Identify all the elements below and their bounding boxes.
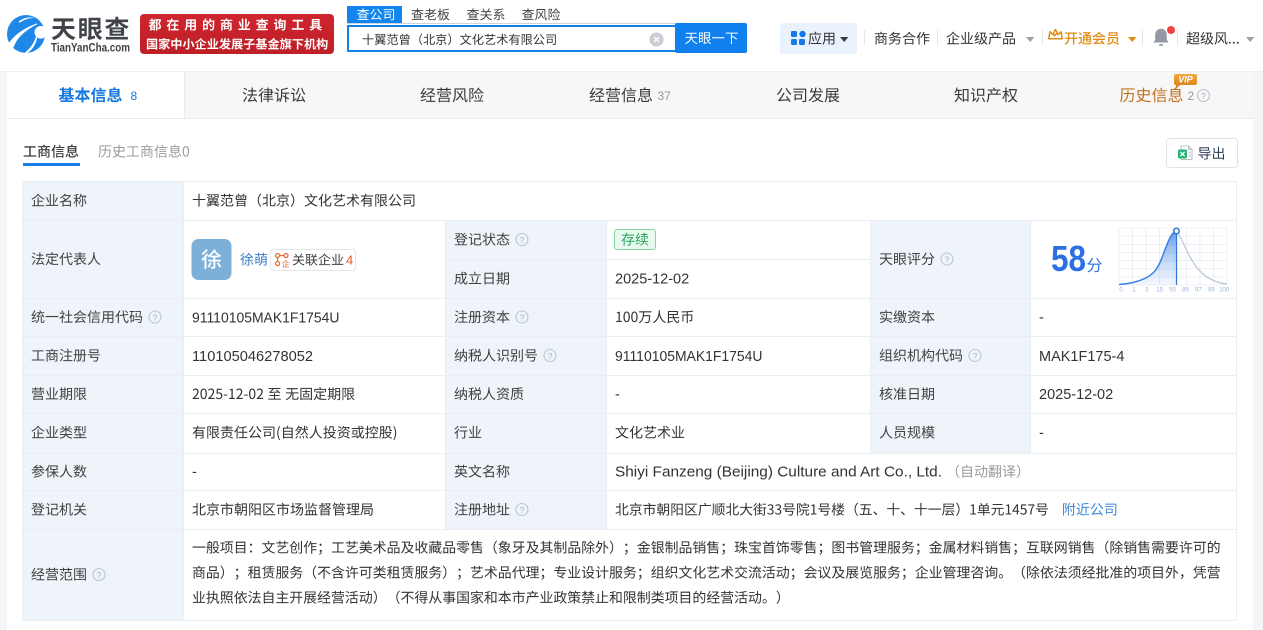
svg-text:?: ? bbox=[97, 570, 102, 580]
svg-text:110105046278052: 110105046278052 bbox=[192, 349, 313, 365]
svg-text:Shiyi Fanzeng (Beijing) Cultur: Shiyi Fanzeng (Beijing) Culture and Art … bbox=[615, 465, 942, 481]
svg-text:-: - bbox=[192, 465, 197, 481]
svg-text:4: 4 bbox=[346, 253, 353, 268]
svg-text:?: ? bbox=[548, 351, 553, 361]
svg-text:8: 8 bbox=[131, 89, 138, 103]
svg-text:?: ? bbox=[945, 254, 950, 264]
svg-text:91110105MAK1F1754U: 91110105MAK1F1754U bbox=[192, 311, 340, 327]
svg-text:-: - bbox=[1039, 426, 1044, 442]
svg-text:58: 58 bbox=[1051, 238, 1086, 279]
svg-text:50: 50 bbox=[1169, 288, 1176, 294]
svg-text:?: ? bbox=[520, 505, 525, 515]
svg-text:VIP: VIP bbox=[1178, 75, 1194, 85]
svg-text:?: ? bbox=[520, 312, 525, 322]
svg-text:?: ? bbox=[520, 235, 525, 245]
svg-text:?: ? bbox=[1201, 91, 1206, 101]
svg-text:91110105MAK1F1754U: 91110105MAK1F1754U bbox=[615, 349, 763, 365]
svg-text:2025-12-02: 2025-12-02 bbox=[1039, 387, 1113, 403]
svg-text:97: 97 bbox=[1195, 288, 1202, 294]
svg-text:MAK1F175-4: MAK1F175-4 bbox=[1039, 349, 1124, 365]
svg-text:99: 99 bbox=[1208, 288, 1215, 294]
svg-text:100: 100 bbox=[1219, 288, 1230, 294]
svg-text:85: 85 bbox=[1182, 288, 1189, 294]
svg-text:2025-12-02: 2025-12-02 bbox=[615, 272, 689, 288]
svg-text:15: 15 bbox=[1156, 288, 1163, 294]
svg-text:TianYanCha.com: TianYanCha.com bbox=[51, 41, 130, 55]
svg-text:?: ? bbox=[973, 351, 978, 361]
svg-text:37: 37 bbox=[658, 89, 672, 103]
svg-text:-: - bbox=[615, 387, 620, 403]
svg-text:2: 2 bbox=[1188, 89, 1195, 103]
svg-text:-: - bbox=[1039, 310, 1044, 326]
svg-text:?: ? bbox=[153, 312, 158, 322]
